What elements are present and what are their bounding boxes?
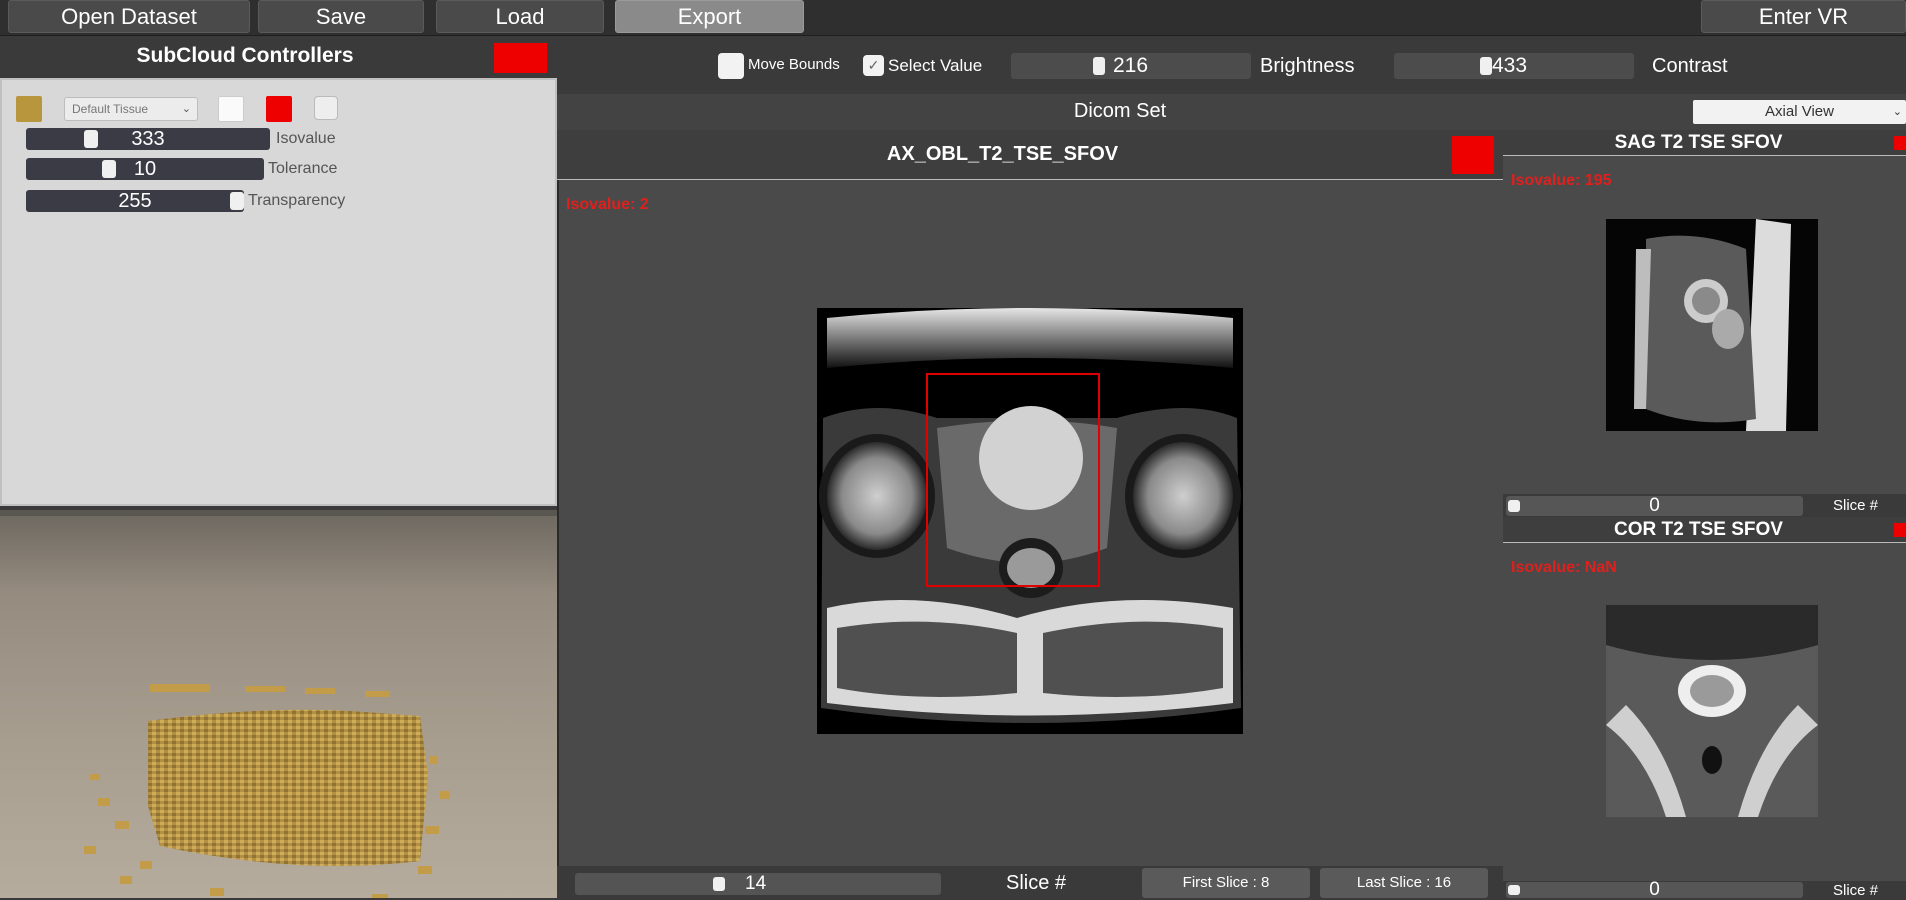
- subcloud-color-button[interactable]: [494, 43, 547, 73]
- tissue-dropdown[interactable]: Default Tissue ⌄: [64, 97, 198, 121]
- coronal-slice-value: 0: [1649, 879, 1660, 900]
- axial-isovalue-label: Isovalue: 2: [566, 196, 649, 213]
- axial-mri-graphic: [817, 308, 1243, 734]
- brightness-label: Brightness: [1260, 55, 1355, 77]
- tissue-dropdown-value: Default Tissue: [72, 102, 149, 116]
- contrast-slider[interactable]: 433: [1394, 53, 1634, 79]
- white-color-button[interactable]: [218, 96, 244, 122]
- sagittal-slice-slider[interactable]: 0: [1506, 496, 1803, 516]
- axial-color-button[interactable]: [1452, 136, 1494, 174]
- axial-slice-handle[interactable]: [713, 877, 725, 891]
- enter-vr-button[interactable]: Enter VR: [1701, 0, 1906, 33]
- tissue-color-swatch[interactable]: [16, 96, 42, 122]
- toggle-checkbox[interactable]: [314, 96, 338, 120]
- save-button[interactable]: Save: [258, 0, 424, 33]
- first-slice-button[interactable]: First Slice : 8: [1142, 868, 1310, 898]
- coronal-color-button[interactable]: [1894, 523, 1906, 537]
- axial-slice-value: 14: [745, 873, 767, 894]
- coronal-mri-graphic: [1606, 605, 1818, 817]
- open-dataset-button[interactable]: Open Dataset: [8, 0, 250, 33]
- sagittal-isovalue-label: Isovalue: 195: [1511, 172, 1612, 189]
- transparency-slider-handle[interactable]: [230, 192, 244, 210]
- chevron-down-icon: ⌄: [1892, 106, 1902, 118]
- transparency-slider-value: 255: [118, 190, 152, 212]
- tolerance-label: Tolerance: [268, 160, 338, 177]
- contrast-value: 433: [1492, 54, 1528, 77]
- sagittal-mri-image[interactable]: [1606, 219, 1818, 431]
- isovalue-label: Isovalue: [276, 130, 336, 147]
- red-color-button[interactable]: [266, 96, 292, 122]
- tolerance-slider-value: 10: [133, 158, 157, 180]
- brightness-slider[interactable]: 216: [1011, 53, 1251, 79]
- coronal-mri-image[interactable]: [1606, 605, 1818, 817]
- axial-slice-label: Slice #: [1006, 872, 1067, 894]
- isovalue-slider[interactable]: 333: [26, 128, 270, 150]
- contrast-label: Contrast: [1652, 55, 1728, 77]
- sagittal-mri-graphic: [1606, 219, 1818, 431]
- sagittal-slice-handle[interactable]: [1508, 500, 1520, 512]
- transparency-label: Transparency: [248, 192, 346, 209]
- chevron-down-icon: ⌄: [181, 103, 191, 115]
- isovalue-slider-handle[interactable]: [84, 130, 98, 148]
- export-button[interactable]: Export: [615, 0, 804, 33]
- point-cloud-3d-view[interactable]: [0, 510, 557, 898]
- left-panel-title: SubCloud Controllers: [136, 44, 354, 67]
- axial-slice-slider[interactable]: 14: [575, 873, 941, 895]
- contrast-slider-handle[interactable]: [1480, 57, 1492, 75]
- subcloud-controls-panel: Default Tissue ⌄ 333 Isovalue 10 Toleran…: [0, 78, 557, 506]
- select-value-checkbox[interactable]: ✓: [863, 55, 884, 76]
- brightness-value: 216: [1113, 54, 1149, 77]
- dicom-set-title: Dicom Set: [1073, 100, 1167, 122]
- tolerance-slider-handle[interactable]: [102, 160, 116, 178]
- move-bounds-label: Move Bounds: [748, 56, 840, 73]
- sagittal-slice-label: Slice #: [1833, 497, 1879, 514]
- coronal-view-title: COR T2 TSE SFOV: [1614, 519, 1783, 540]
- select-value-label: Select Value: [888, 56, 983, 75]
- last-slice-button[interactable]: Last Slice : 16: [1320, 868, 1488, 898]
- isovalue-slider-value: 333: [131, 128, 165, 150]
- axial-view-title: AX_OBL_T2_TSE_SFOV: [886, 143, 1119, 165]
- move-bounds-checkbox[interactable]: [718, 53, 744, 79]
- sagittal-view-title: SAG T2 TSE SFOV: [1614, 132, 1783, 153]
- coronal-isovalue-label: Isovalue: NaN: [1511, 559, 1617, 576]
- sagittal-slice-value: 0: [1649, 495, 1660, 516]
- view-select-value: Axial View: [1765, 103, 1834, 120]
- tolerance-slider[interactable]: 10: [26, 158, 264, 180]
- load-button[interactable]: Load: [436, 0, 604, 33]
- sagittal-color-button[interactable]: [1894, 136, 1906, 150]
- toolbar: Open Dataset Save Load Export Enter VR: [0, 0, 1906, 36]
- coronal-slice-slider[interactable]: 0: [1506, 879, 1803, 900]
- point-cloud: [84, 684, 450, 898]
- view-select-dropdown[interactable]: Axial View ⌄: [1693, 100, 1906, 124]
- axial-mri-image[interactable]: [817, 308, 1243, 734]
- brightness-slider-handle[interactable]: [1093, 57, 1105, 75]
- coronal-slice-handle[interactable]: [1508, 885, 1520, 895]
- check-icon: ✓: [867, 57, 880, 73]
- transparency-slider[interactable]: 255: [26, 190, 244, 212]
- coronal-slice-label: Slice #: [1833, 882, 1879, 899]
